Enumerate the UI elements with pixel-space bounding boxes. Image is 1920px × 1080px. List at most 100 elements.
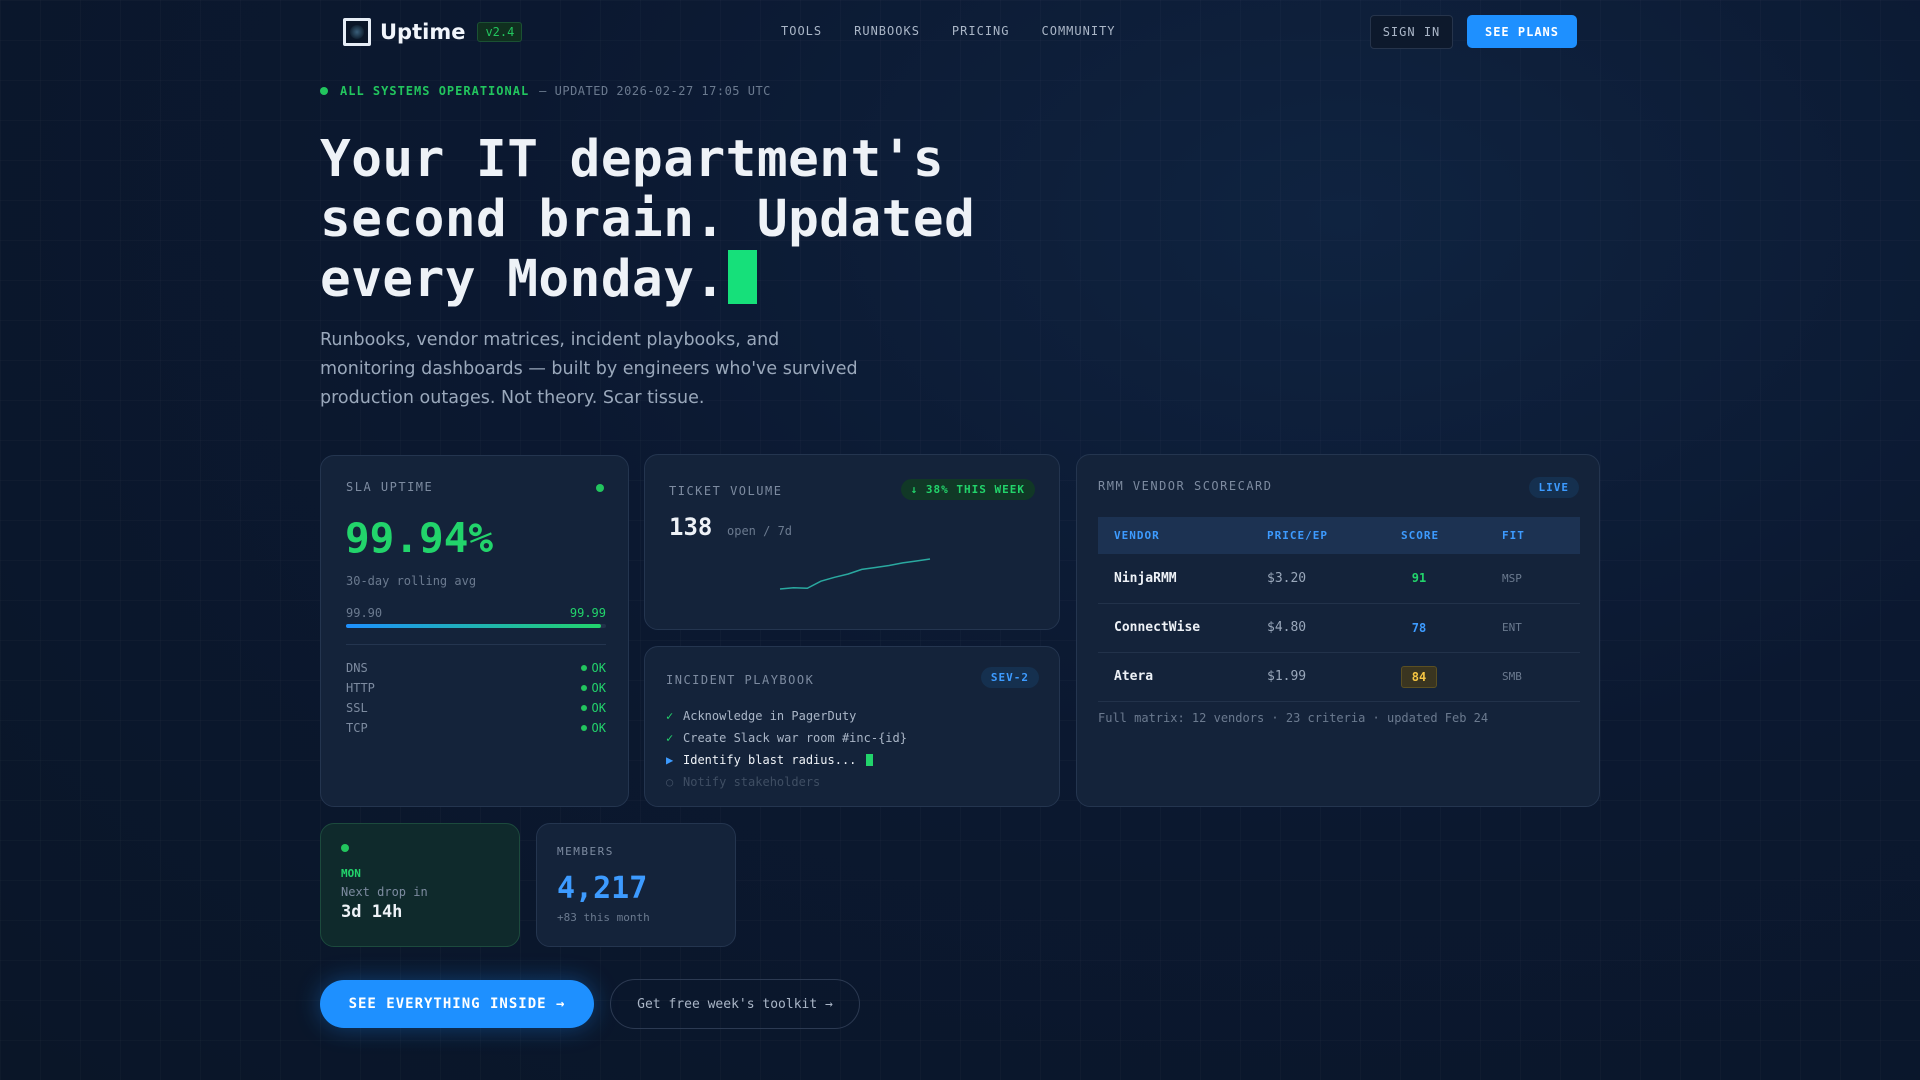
playbook-step: ○ Notify stakeholders (666, 771, 907, 793)
ticket-trend-badge: ↓ 38% THIS WEEK (900, 479, 1035, 500)
col-price: PRICE/EP (1267, 517, 1401, 554)
circle-icon: ○ (666, 775, 674, 789)
free-toolkit-button[interactable]: Get free week's toolkit → (610, 979, 860, 1029)
nav-links: TOOLS RUNBOOKS PRICING COMMUNITY (781, 24, 1116, 38)
sla-progress-bar (346, 624, 606, 628)
sla-uptime-card: SLA UPTIME 99.94% 30-day rolling avg 99.… (320, 455, 629, 807)
check-row-tcp: TCP OK (346, 721, 606, 741)
vendor-score: 91 (1401, 554, 1502, 604)
table-row[interactable]: NinjaRMM $3.20 91 MSP (1098, 554, 1580, 604)
playbook-step: ✓ Acknowledge in PagerDuty (666, 705, 907, 727)
play-icon: ▶ (666, 753, 674, 767)
vendor-name: ConnectWise (1098, 603, 1267, 653)
sla-range-high: 99.99 (569, 606, 606, 620)
cursor-block-icon (727, 250, 757, 304)
status-label: ALL SYSTEMS OPERATIONAL (340, 84, 530, 98)
sla-subtitle: 30-day rolling avg (346, 574, 477, 588)
check-row-http: HTTP OK (346, 681, 606, 701)
members-subtitle: +83 this month (557, 911, 650, 924)
sla-range-low: 99.90 (346, 606, 383, 620)
incident-playbook-card: INCIDENT PLAYBOOK SEV-2 ✓ Acknowledge in … (644, 646, 1060, 807)
sla-label: SLA UPTIME (346, 480, 434, 494)
step-text: Identify blast radius... (683, 753, 857, 767)
check-row-dns: DNS OK (346, 661, 606, 681)
check-name: HTTP (346, 681, 375, 695)
col-fit: FIT (1502, 517, 1580, 554)
check-name: TCP (346, 721, 368, 735)
next-drop-card: MON Next drop in 3d 14h (320, 823, 520, 947)
brand[interactable]: Uptime v2.4 (343, 18, 523, 46)
vendor-table: VENDOR PRICE/EP SCORE FIT NinjaRMM $3.20… (1098, 517, 1580, 702)
check-icon: ✓ (666, 709, 674, 723)
playbook-step: ✓ Create Slack war room #inc-{id} (666, 727, 907, 749)
hero-line-2: second brain. Updated (320, 190, 976, 249)
sparkline-path (779, 558, 931, 590)
nav-link-tools[interactable]: TOOLS (781, 24, 822, 38)
ticket-count: 138 (669, 513, 713, 541)
hero-subtitle: Runbooks, vendor matrices, incident play… (320, 330, 858, 408)
sla-range: 99.90 99.99 (346, 606, 606, 620)
table-header-row: VENDOR PRICE/EP SCORE FIT (1098, 517, 1580, 554)
vendor-score: 84 (1401, 652, 1502, 702)
vendor-score: 78 (1401, 603, 1502, 653)
step-text: Notify stakeholders (683, 775, 821, 789)
ok-dot-icon (580, 665, 587, 671)
vendor-fit: SMB (1502, 652, 1580, 702)
status-dot-icon (320, 87, 328, 95)
brand-name: Uptime (380, 20, 466, 44)
ok-dot-icon (580, 725, 587, 731)
table-row[interactable]: ConnectWise $4.80 78 ENT (1098, 603, 1580, 653)
see-everything-button[interactable]: SEE EVERYTHING INSIDE → (320, 980, 594, 1028)
ticket-volume-card: TICKET VOLUME ↓ 38% THIS WEEK 138 open /… (644, 454, 1060, 630)
divider (346, 644, 606, 645)
check-status: OK (591, 721, 606, 735)
drop-day: MON (341, 867, 361, 880)
ticket-label: TICKET VOLUME (669, 484, 783, 498)
sla-progress-fill (346, 624, 601, 628)
rmm-label: RMM VENDOR SCORECARD (1098, 479, 1273, 493)
playbook-steps: ✓ Acknowledge in PagerDuty ✓ Create Slack … (666, 705, 907, 793)
nav-link-runbooks[interactable]: RUNBOOKS (854, 24, 920, 38)
col-score: SCORE (1401, 517, 1502, 554)
sla-value: 99.94% (345, 514, 494, 562)
check-status: OK (591, 681, 606, 695)
nav-link-community[interactable]: COMMUNITY (1042, 24, 1116, 38)
check-name: SSL (346, 701, 368, 715)
ok-dot-icon (580, 685, 587, 691)
vendor-name: Atera (1098, 652, 1267, 702)
members-count: 4,217 (557, 871, 648, 906)
members-label: MEMBERS (557, 845, 614, 858)
top-nav: Uptime v2.4 TOOLS RUNBOOKS PRICING COMMU… (343, 14, 1577, 50)
vendor-price: $4.80 (1267, 603, 1401, 653)
vendor-price: $3.20 (1267, 554, 1401, 604)
severity-badge: SEV-2 (980, 667, 1039, 688)
vendor-fit: ENT (1502, 603, 1580, 653)
step-text: Acknowledge in PagerDuty (683, 709, 857, 723)
check-icon: ✓ (666, 731, 674, 745)
check-status: OK (591, 661, 606, 675)
hero-line-3: every Monday. (320, 250, 726, 309)
vendor-fit: MSP (1502, 554, 1580, 604)
logo-icon (343, 18, 371, 46)
check-status: OK (591, 701, 606, 715)
version-badge: v2.4 (477, 22, 523, 42)
playbook-step-active: ▶ Identify blast radius... (666, 749, 907, 771)
playbook-label: INCIDENT PLAYBOOK (666, 673, 815, 687)
check-row-ssl: SSL OK (346, 701, 606, 721)
nav-link-pricing[interactable]: PRICING (952, 24, 1010, 38)
rmm-scorecard-card: RMM VENDOR SCORECARD LIVE VENDOR PRICE/E… (1076, 454, 1600, 807)
live-dot-icon (596, 484, 604, 492)
col-vendor: VENDOR (1098, 517, 1267, 554)
drop-countdown: 3d 14h (341, 902, 403, 922)
see-plans-button[interactable]: SEE PLANS (1467, 15, 1577, 48)
sign-in-button[interactable]: SIGN IN (1370, 15, 1453, 49)
live-dot-icon (341, 844, 349, 852)
hero-line-1: Your IT department's (320, 130, 945, 189)
vendor-name: NinjaRMM (1098, 554, 1267, 604)
table-row[interactable]: Atera $1.99 84 SMB (1098, 652, 1580, 702)
check-name: DNS (346, 661, 368, 675)
vendor-price: $1.99 (1267, 652, 1401, 702)
drop-label: Next drop in (341, 885, 428, 899)
status-updated: — UPDATED 2026-02-27 17:05 UTC (539, 84, 771, 98)
health-checks: DNS OK HTTP OK SSL OK TCP OK (346, 661, 606, 741)
